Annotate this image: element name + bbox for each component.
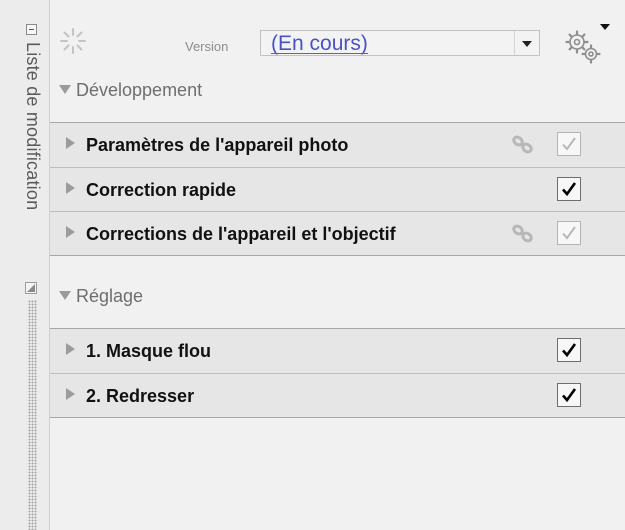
expand-triangle-icon[interactable] [59,291,71,300]
checkmark-icon [562,182,577,197]
step-label: 1. Masque flou [86,341,212,361]
step-enable-checkbox[interactable] [557,132,581,156]
edit-list-side-tab[interactable]: Liste de modification [0,0,50,530]
collapse-panel-button[interactable] [26,24,37,35]
dropdown-arrow-icon[interactable] [514,31,539,55]
step-label: Paramètres de l'appareil photo [86,135,349,155]
step-row-unsharp-mask[interactable]: 1. Masque flou [50,329,625,373]
step-enable-checkbox[interactable] [557,221,581,245]
section-header-developpement[interactable]: Développement [50,72,625,108]
step-row-camera-settings[interactable]: Paramètres de l'appareil photo [50,123,625,167]
reglage-steps: 1. Masque flou 2. Redresser [50,328,625,418]
expand-triangle-icon[interactable] [59,85,71,94]
checkmark-icon [562,388,577,403]
version-dropdown[interactable]: (En cours) [260,30,540,56]
row-expand-arrow-icon[interactable] [66,182,75,194]
row-expand-arrow-icon[interactable] [66,137,75,149]
step-enable-checkbox[interactable] [557,338,581,362]
step-label: Correction rapide [86,180,237,200]
version-dropdown-value: (En cours) [271,32,368,55]
step-enable-checkbox[interactable] [557,383,581,407]
step-label: 2. Redresser [86,386,195,406]
step-row-camera-lens-corrections[interactable]: Corrections de l'appareil et l'objectif [50,211,625,255]
step-row-straighten[interactable]: 2. Redresser [50,373,625,417]
settings-gear-icon[interactable] [560,20,612,68]
checkmark-icon [562,226,576,240]
row-expand-arrow-icon[interactable] [66,343,75,355]
row-expand-arrow-icon[interactable] [66,388,75,400]
processing-spinner-icon [60,28,86,54]
section-label: Développement [76,80,203,100]
checkmark-icon [562,137,576,151]
panel-pin-icon[interactable] [25,282,37,294]
step-row-quick-fix[interactable]: Correction rapide [50,167,625,211]
developpement-steps: Paramètres de l'appareil photo Correctio… [50,122,625,256]
link-chain-icon [512,135,533,154]
panel-header: Version (En cours) [50,0,625,72]
link-chain-icon [512,224,533,243]
section-header-reglage[interactable]: Réglage [50,278,625,314]
step-label: Corrections de l'appareil et l'objectif [86,224,396,244]
resize-grip[interactable] [28,300,37,530]
step-enable-checkbox[interactable] [557,177,581,201]
side-panel-title: Liste de modification [23,42,43,211]
checkmark-icon [562,343,577,358]
empty-panel-area [50,431,625,530]
edit-list-panel: Version (En cours) Développement Paramèt… [50,0,625,530]
section-label: Réglage [76,286,144,306]
version-label: Version [185,39,229,54]
row-expand-arrow-icon[interactable] [66,226,75,238]
